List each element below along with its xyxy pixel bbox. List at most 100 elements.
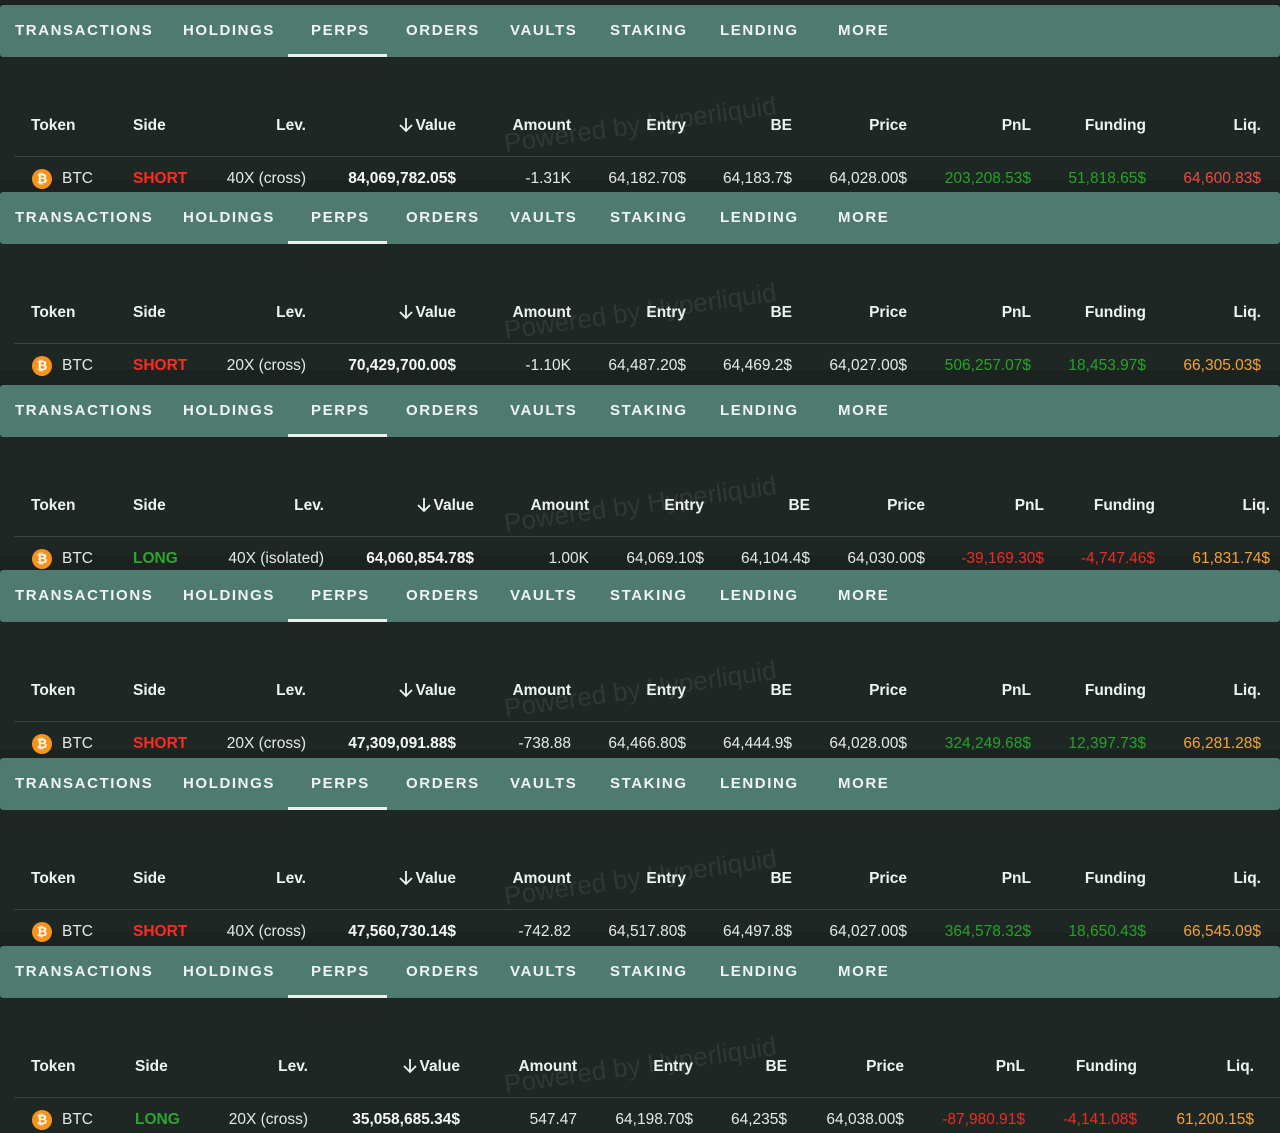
token-symbol[interactable]: BTC xyxy=(62,1111,93,1129)
funding-value: -4,141.08$ xyxy=(1062,1111,1137,1128)
liquidation-price: 64,600.83$ xyxy=(1183,170,1261,187)
pnl-value: 203,208.53$ xyxy=(944,170,1031,187)
tab-perps[interactable]: PERPS xyxy=(311,758,370,810)
tab-perps[interactable]: PERPS xyxy=(311,570,370,622)
amount-value: -1.10K xyxy=(525,357,571,374)
positions-table: Token Side Lev. Value Amount Entry BE Price PnL F… xyxy=(0,810,1280,942)
tab-more[interactable]: MORE xyxy=(838,946,889,998)
position-row[interactable]: ₿ BTC SHORT 40X (cross) 84,069,782.05$ -1.31K… xyxy=(0,57,1280,189)
token-symbol[interactable]: BTC xyxy=(62,357,93,375)
tab-holdings[interactable]: HOLDINGS xyxy=(183,385,275,437)
position-row[interactable]: ₿ BTC SHORT 20X (cross) 70,429,700.00$ -1.10K… xyxy=(0,244,1280,376)
breakeven-price: 64,497.8$ xyxy=(723,923,792,940)
bitcoin-icon: ₿ xyxy=(32,169,52,189)
position-row[interactable]: ₿ BTC LONG 40X (isolated) 64,060,854.78$ 1.00… xyxy=(0,437,1280,569)
mark-price: 64,027.00$ xyxy=(829,923,907,940)
mark-price: 64,028.00$ xyxy=(829,170,907,187)
tab-holdings[interactable]: HOLDINGS xyxy=(183,946,275,998)
tab-holdings[interactable]: HOLDINGS xyxy=(183,5,275,57)
tab-staking[interactable]: STAKING xyxy=(610,570,688,622)
side-badge: SHORT xyxy=(133,735,188,752)
tab-more[interactable]: MORE xyxy=(838,192,889,244)
tab-lending[interactable]: LENDING xyxy=(720,385,799,437)
tab-lending[interactable]: LENDING xyxy=(720,5,799,57)
pnl-value: 364,578.32$ xyxy=(944,923,1031,940)
tab-orders[interactable]: ORDERS xyxy=(406,570,480,622)
tab-staking[interactable]: STAKING xyxy=(610,758,688,810)
tab-perps[interactable]: PERPS xyxy=(311,946,370,998)
tab-orders[interactable]: ORDERS xyxy=(406,946,480,998)
tab-perps[interactable]: PERPS xyxy=(311,385,370,437)
tab-orders[interactable]: ORDERS xyxy=(406,192,480,244)
tab-staking[interactable]: STAKING xyxy=(610,192,688,244)
tab-vaults[interactable]: VAULTS xyxy=(510,946,577,998)
positions-table: Token Side Lev. Value Amount Entry BE Price PnL F… xyxy=(0,998,1280,1133)
funding-value: -4,747.46$ xyxy=(1080,550,1155,567)
tab-bar: TRANSACTIONS HOLDINGS PERPS ORDERS VAULTS STA… xyxy=(0,5,1280,57)
token-symbol[interactable]: BTC xyxy=(62,550,93,568)
side-badge: SHORT xyxy=(133,170,188,187)
tab-holdings[interactable]: HOLDINGS xyxy=(183,758,275,810)
token-symbol[interactable]: BTC xyxy=(62,735,93,753)
tab-orders[interactable]: ORDERS xyxy=(406,5,480,57)
tab-vaults[interactable]: VAULTS xyxy=(510,385,577,437)
tab-staking[interactable]: STAKING xyxy=(610,5,688,57)
tab-lending[interactable]: LENDING xyxy=(720,946,799,998)
tab-lending[interactable]: LENDING xyxy=(720,570,799,622)
token-symbol[interactable]: BTC xyxy=(62,170,93,188)
leverage-value: 40X (cross) xyxy=(226,923,306,940)
mark-price: 64,030.00$ xyxy=(847,550,925,567)
entry-price: 64,487.20$ xyxy=(608,357,686,374)
leverage-value: 20X (cross) xyxy=(226,735,306,752)
tab-vaults[interactable]: VAULTS xyxy=(510,758,577,810)
liquidation-price: 66,305.03$ xyxy=(1183,357,1261,374)
tab-transactions[interactable]: TRANSACTIONS xyxy=(15,385,153,437)
perps-panel: TRANSACTIONS HOLDINGS PERPS ORDERS VAULTS STA… xyxy=(0,5,1280,189)
position-row[interactable]: ₿ BTC SHORT 40X (cross) 47,560,730.14$ -742.8… xyxy=(0,810,1280,942)
position-value: 64,060,854.78$ xyxy=(366,550,474,567)
breakeven-price: 64,444.9$ xyxy=(723,735,792,752)
funding-value: 18,453.97$ xyxy=(1068,357,1146,374)
positions-table: Token Side Lev. Value Amount Entry BE Price PnL F… xyxy=(0,437,1280,569)
tab-staking[interactable]: STAKING xyxy=(610,946,688,998)
tab-holdings[interactable]: HOLDINGS xyxy=(183,192,275,244)
perps-panel: TRANSACTIONS HOLDINGS PERPS ORDERS VAULTS STA… xyxy=(0,570,1280,754)
tab-staking[interactable]: STAKING xyxy=(610,385,688,437)
tab-orders[interactable]: ORDERS xyxy=(406,385,480,437)
tab-transactions[interactable]: TRANSACTIONS xyxy=(15,570,153,622)
tab-transactions[interactable]: TRANSACTIONS xyxy=(15,192,153,244)
tab-bar: TRANSACTIONS HOLDINGS PERPS ORDERS VAULTS STA… xyxy=(0,570,1280,622)
tab-orders[interactable]: ORDERS xyxy=(406,758,480,810)
tab-perps[interactable]: PERPS xyxy=(311,192,370,244)
pnl-value: 324,249.68$ xyxy=(944,735,1031,752)
tab-more[interactable]: MORE xyxy=(838,570,889,622)
position-row[interactable]: ₿ BTC SHORT 20X (cross) 47,309,091.88$ -738.8… xyxy=(0,622,1280,754)
tab-perps[interactable]: PERPS xyxy=(311,5,370,57)
tab-transactions[interactable]: TRANSACTIONS xyxy=(15,758,153,810)
leverage-value: 40X (isolated) xyxy=(228,550,324,567)
tab-lending[interactable]: LENDING xyxy=(720,192,799,244)
position-row[interactable]: ₿ BTC LONG 20X (cross) 35,058,685.34$ 547.47 6… xyxy=(0,998,1280,1133)
tab-vaults[interactable]: VAULTS xyxy=(510,570,577,622)
tab-holdings[interactable]: HOLDINGS xyxy=(183,570,275,622)
entry-price: 64,517.80$ xyxy=(608,923,686,940)
amount-value: 1.00K xyxy=(548,550,589,567)
tab-more[interactable]: MORE xyxy=(838,5,889,57)
tab-more[interactable]: MORE xyxy=(838,758,889,810)
amount-value: -742.82 xyxy=(518,923,571,940)
tab-vaults[interactable]: VAULTS xyxy=(510,5,577,57)
breakeven-price: 64,183.7$ xyxy=(723,170,792,187)
amount-value: -1.31K xyxy=(525,170,571,187)
tab-more[interactable]: MORE xyxy=(838,385,889,437)
side-badge: LONG xyxy=(135,1111,180,1128)
tab-transactions[interactable]: TRANSACTIONS xyxy=(15,946,153,998)
entry-price: 64,198.70$ xyxy=(615,1111,693,1128)
token-symbol[interactable]: BTC xyxy=(62,923,93,941)
tab-vaults[interactable]: VAULTS xyxy=(510,192,577,244)
tab-lending[interactable]: LENDING xyxy=(720,758,799,810)
tab-transactions[interactable]: TRANSACTIONS xyxy=(15,5,153,57)
bitcoin-icon: ₿ xyxy=(32,356,52,376)
leverage-value: 20X (cross) xyxy=(226,357,306,374)
bitcoin-icon: ₿ xyxy=(32,1110,52,1130)
funding-value: 18,650.43$ xyxy=(1068,923,1146,940)
